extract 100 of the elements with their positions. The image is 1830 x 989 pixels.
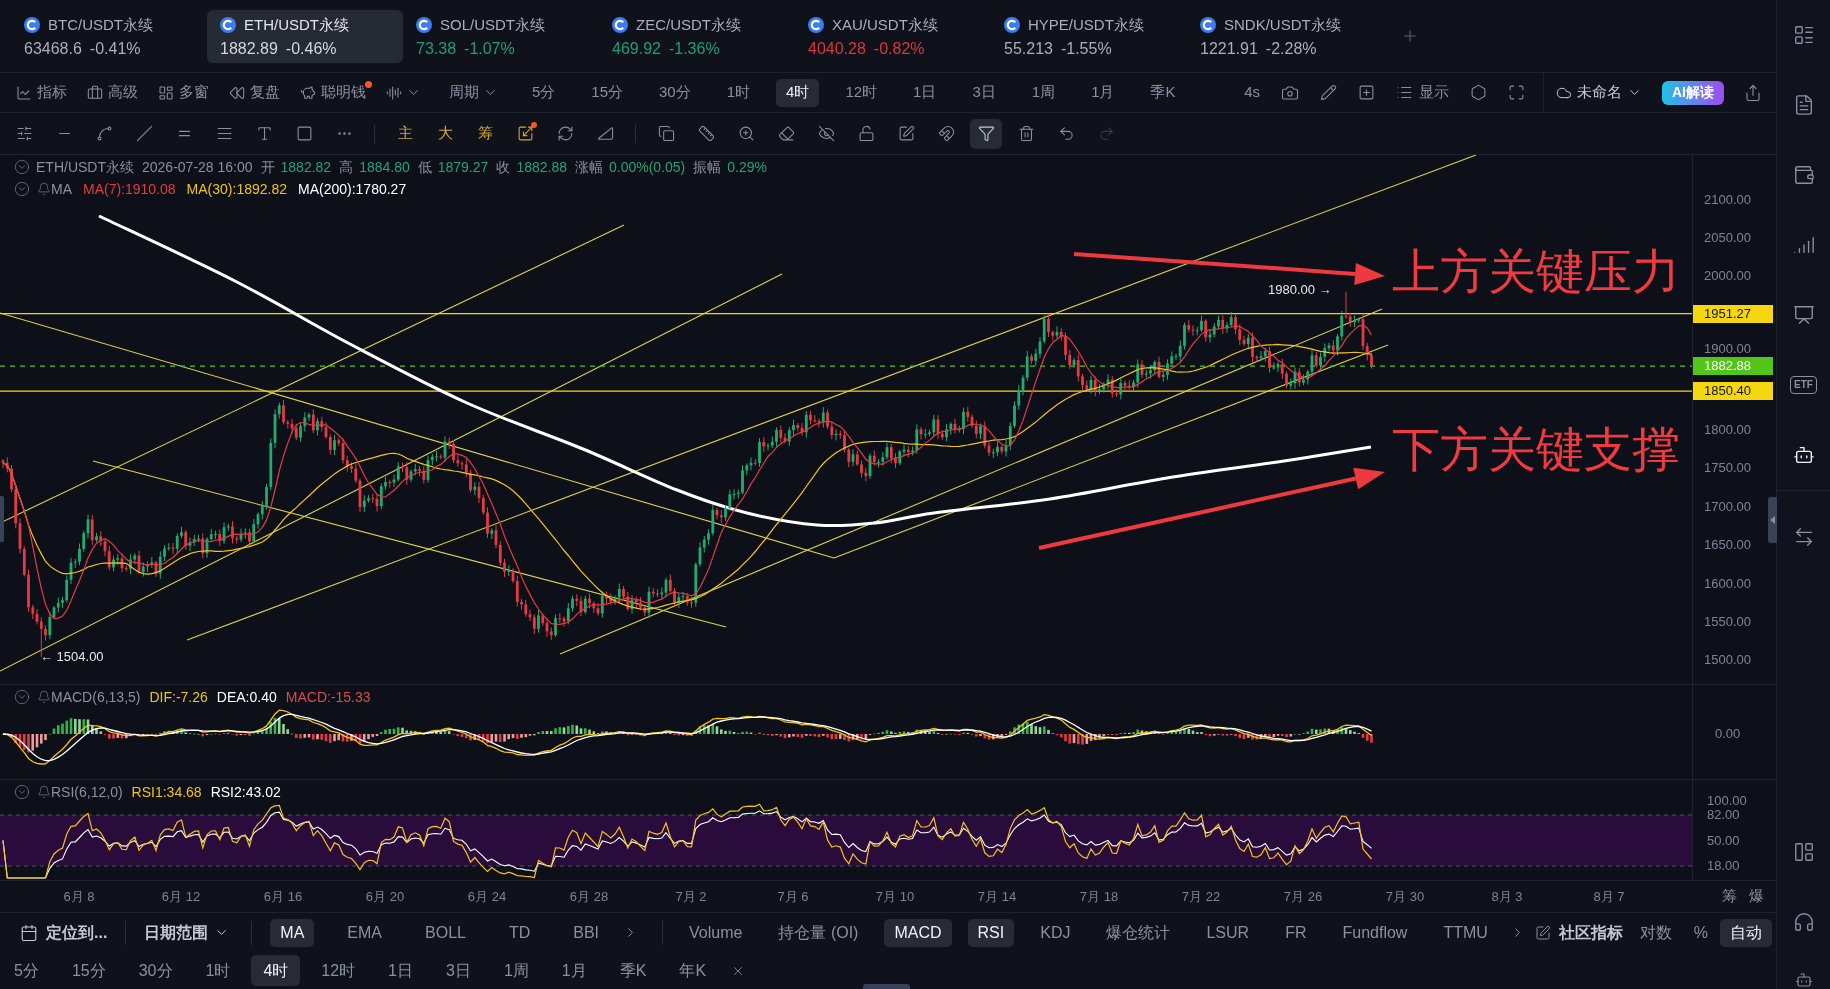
timeframe-tab[interactable]: 1日 [903, 78, 947, 107]
timeframe-tab[interactable]: 年K [667, 955, 719, 986]
timeframe-tab[interactable]: 5分 [2, 955, 51, 986]
wallet-icon[interactable] [1792, 164, 1815, 186]
ruler-icon[interactable] [697, 125, 715, 142]
period-dropdown[interactable]: 周期 [449, 81, 498, 104]
undo-icon[interactable] [1057, 125, 1075, 142]
signal-bars-icon[interactable] [1792, 234, 1815, 256]
chart-type-button[interactable] [386, 84, 421, 101]
hexagon-icon[interactable] [1470, 84, 1487, 101]
tool-button[interactable]: 大 [429, 118, 461, 149]
indicator-tab[interactable]: Fundflow [1332, 918, 1418, 947]
toolbar-button[interactable]: 多窗 [158, 79, 215, 106]
pane-toggle-button[interactable]: 爆 [1749, 885, 1764, 908]
indicator-tab[interactable]: LSUR [1196, 918, 1260, 947]
sliders-icon[interactable] [15, 125, 33, 142]
symbol-tab[interactable]: BTC/USDT永续 63468.6 -0.41% [11, 10, 207, 63]
timeframe-tab[interactable]: 30分 [649, 78, 701, 107]
symbol-tab[interactable]: SOL/USDT永续 73.38 -1.07% [403, 10, 599, 63]
toolbar-button[interactable]: 聪明钱 [300, 79, 372, 106]
unlocked-icon[interactable] [857, 125, 875, 142]
etf-button[interactable]: ETF [1790, 376, 1817, 394]
indicator-tab[interactable]: EMA [337, 918, 392, 947]
layout-icon[interactable] [1792, 841, 1815, 863]
ai-button[interactable]: AI解读 [1662, 80, 1724, 105]
add-box-icon[interactable] [1358, 84, 1375, 101]
locate-button[interactable]: 定位到... [20, 920, 108, 945]
zoom-in-icon[interactable] [737, 125, 755, 142]
timeframe-tab[interactable]: 12时 [309, 955, 368, 986]
side-handle[interactable] [0, 496, 4, 542]
presentation-icon[interactable] [1792, 304, 1815, 326]
curve-icon[interactable] [95, 125, 113, 142]
timeframe-tab[interactable]: 15分 [581, 78, 634, 107]
timeframe-tab[interactable]: 1时 [716, 78, 761, 107]
magnet-icon[interactable] [937, 125, 955, 142]
collapse-handle[interactable] [1768, 497, 1777, 543]
toolbar-button[interactable]: 高级 [87, 79, 144, 106]
bell-icon[interactable] [37, 182, 51, 196]
collapse-icon[interactable] [14, 159, 30, 175]
rectangle-icon[interactable] [295, 125, 313, 142]
fullscreen-icon[interactable] [1508, 84, 1525, 101]
timeframe-tab[interactable]: 1日 [376, 955, 425, 986]
collapse-icon[interactable] [14, 181, 30, 197]
copy-icon[interactable] [657, 125, 675, 142]
timeframe-tab[interactable]: 1周 [1021, 78, 1066, 107]
symbol-tab[interactable]: SNDK/USDT永续 1221.91 -2.28% [1187, 10, 1383, 63]
indicator-tab[interactable]: KDJ [1030, 918, 1081, 947]
date-range-dropdown[interactable]: 日期范围 [144, 920, 230, 945]
scale-option[interactable]: 对数 [1629, 918, 1682, 947]
diagonal-line-icon[interactable] [135, 125, 153, 142]
text-icon[interactable] [255, 125, 273, 142]
timeframe-tab[interactable]: 4时 [251, 955, 301, 986]
indicator-tab[interactable]: BOLL [415, 918, 476, 947]
timeframe-tab[interactable]: 3日 [962, 78, 1006, 107]
eraser-icon[interactable] [777, 125, 795, 142]
timeframe-tab[interactable]: 季K [1140, 78, 1186, 107]
camera-icon[interactable] [1281, 83, 1299, 102]
toolbar-button[interactable]: 复盘 [229, 79, 286, 106]
edit-icon[interactable] [897, 125, 915, 142]
list-icon[interactable] [1792, 24, 1815, 46]
lines-icon[interactable] [215, 125, 233, 142]
hidden-eye-icon[interactable] [817, 125, 835, 142]
scale-option[interactable]: 自动 [1720, 918, 1772, 947]
symbol-tab[interactable]: ETH/USDT永续 1882.89 -0.46% [207, 10, 403, 63]
robot-icon[interactable] [1792, 444, 1815, 466]
refresh-interval-button[interactable]: 4s [1244, 81, 1260, 104]
trash-icon[interactable] [1017, 125, 1035, 142]
symbol-tab[interactable]: ZEC/USDT永续 469.92 -1.36% [599, 10, 795, 63]
indicator-tab[interactable]: FR [1275, 918, 1317, 947]
timeframe-tab[interactable]: 1时 [193, 955, 243, 986]
symbol-tab[interactable]: XAU/USDT永续 4040.28 -0.82% [795, 10, 991, 63]
indicator-tab[interactable]: 持仓量 (OI) [768, 918, 869, 947]
community-indicators-button[interactable]: 社区指标 [1558, 920, 1623, 945]
scale-option[interactable]: % [1683, 918, 1718, 947]
toolbar-button[interactable]: 指标 [16, 79, 73, 106]
pencil-icon[interactable] [1320, 84, 1337, 101]
symbol-tab[interactable]: HYPE/USDT永续 55.213 -1.55% [991, 10, 1187, 63]
timeframe-tab[interactable]: 1月 [1081, 78, 1125, 107]
timeframe-tab[interactable]: 1周 [491, 955, 541, 986]
indicator-tab[interactable]: 爆仓统计 [1096, 918, 1181, 947]
indicator-tab[interactable]: TTMU [1433, 918, 1498, 947]
edit-icon[interactable] [1534, 924, 1551, 941]
timeframe-tab[interactable]: 12时 [835, 78, 888, 107]
triangle-icon[interactable] [596, 125, 614, 142]
layout-name-dropdown[interactable]: 未命名 [1556, 81, 1642, 104]
resize-icon[interactable] [516, 125, 534, 142]
indicator-tab[interactable]: MA [270, 918, 315, 947]
filter-button[interactable] [970, 118, 1002, 149]
display-button[interactable]: 显示 [1396, 81, 1449, 104]
pane-toggle-button[interactable]: 筹 [1722, 885, 1737, 908]
timeframe-tab[interactable]: 季K [607, 955, 659, 986]
timeframe-tab[interactable]: 5分 [522, 78, 566, 107]
timeframe-tab[interactable]: 1月 [549, 955, 599, 986]
expand-handle[interactable] [863, 984, 910, 989]
timeframe-tab[interactable]: 4时 [776, 78, 820, 107]
tool-button[interactable]: 筹 [469, 118, 501, 149]
indicator-tab[interactable]: Volume [679, 918, 753, 947]
timeframe-tab[interactable]: 3日 [434, 955, 483, 986]
headset-icon[interactable] [1792, 911, 1815, 933]
tool-button[interactable]: 主 [389, 118, 421, 149]
